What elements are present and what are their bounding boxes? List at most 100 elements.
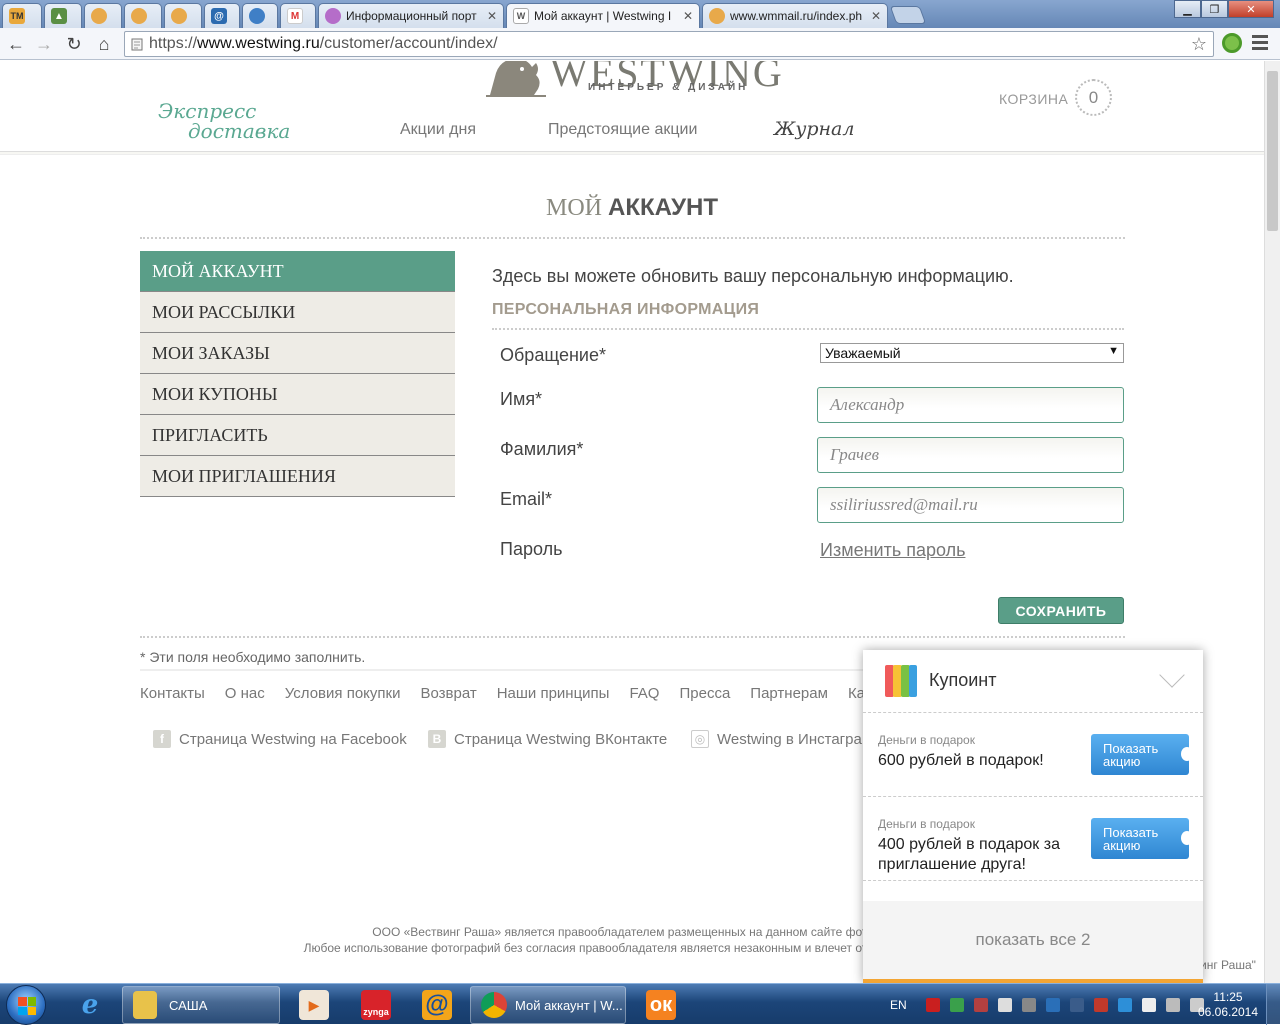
first-name-field[interactable]: Александр xyxy=(817,387,1124,423)
cart-count-badge[interactable]: 0 xyxy=(1075,79,1112,116)
section-divider xyxy=(492,328,1124,330)
globe-favicon-icon xyxy=(249,8,265,24)
taskbar-media[interactable]: ▶ xyxy=(290,986,338,1024)
page-info-icon[interactable] xyxy=(131,37,143,51)
sidebar-item-invitations[interactable]: МОИ ПРИГЛАШЕНИЯ xyxy=(140,456,455,497)
vk-icon: B xyxy=(428,730,446,748)
app-tray-icon[interactable] xyxy=(1021,997,1036,1012)
vk-link[interactable]: B Страница Westwing ВКонтакте xyxy=(428,730,667,748)
reload-icon[interactable]: ↻ xyxy=(62,32,86,56)
sidebar-item-my-account[interactable]: МОЙ АККАУНТ xyxy=(140,251,455,292)
minimize-icon[interactable]: ▁ xyxy=(1174,0,1201,18)
start-button[interactable] xyxy=(6,985,46,1025)
back-arrow-icon[interactable]: ← xyxy=(4,32,28,56)
password-label: Пароль xyxy=(500,539,563,559)
action-center-icon[interactable] xyxy=(1141,997,1156,1012)
flag-tray-icon[interactable] xyxy=(973,997,988,1012)
address-bar[interactable]: https://www.westwing.ru/customer/account… xyxy=(124,31,1214,57)
express-line-1: Экспресс xyxy=(158,99,257,123)
close-window-icon[interactable]: ✕ xyxy=(1228,0,1274,18)
tab-8[interactable]: Информационный порт ✕ xyxy=(318,3,504,28)
tab-1[interactable]: ▲ xyxy=(44,3,82,28)
home-icon[interactable]: ⌂ xyxy=(92,32,116,56)
page-title: МОЙ АККАУНТ xyxy=(0,194,1264,222)
tab-10[interactable]: www.wmmail.ru/index.ph ✕ xyxy=(702,3,888,28)
taskbar-ie[interactable]: e xyxy=(66,986,114,1024)
sidebar-item-orders[interactable]: МОИ ЗАКАЗЫ xyxy=(140,333,455,374)
nav-journal[interactable]: Журнал xyxy=(774,118,854,140)
skype-tray-icon[interactable] xyxy=(1117,997,1132,1012)
taskbar-mail-agent[interactable]: @ xyxy=(413,986,461,1024)
footer-link-principles[interactable]: Наши принципы xyxy=(497,685,610,702)
restore-icon[interactable]: ❐ xyxy=(1201,0,1228,18)
sidebar-item-coupons[interactable]: МОИ КУПОНЫ xyxy=(140,374,455,415)
first-name-label: Имя* xyxy=(500,389,543,409)
save-button[interactable]: СОХРАНИТЬ xyxy=(998,597,1124,624)
extension-icon[interactable] xyxy=(1222,33,1242,53)
language-indicator[interactable]: EN xyxy=(890,998,907,1012)
footer-link-partners[interactable]: Партнерам xyxy=(750,685,828,702)
express-delivery-logo[interactable]: Экспресс доставка xyxy=(158,101,290,141)
utility-tray-icon[interactable] xyxy=(997,997,1012,1012)
westwing-logo[interactable]: WESTWING ИНТЕРЬЕР & ДИЗАЙН xyxy=(486,61,786,99)
volume-alert-tray-icon[interactable] xyxy=(1093,997,1108,1012)
footer-link-faq[interactable]: FAQ xyxy=(629,685,659,702)
tab-close-icon[interactable]: ✕ xyxy=(679,9,693,23)
menu-icon[interactable] xyxy=(1252,35,1268,51)
show-all-link[interactable]: показать все 2 xyxy=(863,901,1203,979)
salutation-select[interactable]: Уважаемый ▼ xyxy=(820,343,1124,363)
vertical-scrollbar[interactable] xyxy=(1264,61,1280,983)
taskbar-odnoklassniki[interactable]: ок xyxy=(637,986,685,1024)
tab-label: www.wmmail.ru/index.ph xyxy=(730,9,863,23)
tab-close-icon[interactable]: ✕ xyxy=(867,9,881,23)
nav-daily-deals[interactable]: Акции дня xyxy=(400,121,476,139)
instagram-link[interactable]: ◎ Westwing в Инстагра xyxy=(691,730,862,748)
change-password-link[interactable]: Изменить пароль xyxy=(820,540,965,561)
tab-active[interactable]: W Мой аккаунт | Westwing I ✕ xyxy=(506,3,700,28)
scrollbar-thumb[interactable] xyxy=(1267,71,1278,231)
display-tray-icon[interactable] xyxy=(1069,997,1084,1012)
system-clock[interactable]: 11:25 06.06.2014 xyxy=(1196,990,1260,1020)
sidebar-item-invite[interactable]: ПРИГЛАСИТЬ xyxy=(140,415,455,456)
monitor-tray-icon[interactable] xyxy=(1045,997,1060,1012)
taskbar-chrome[interactable]: Мой аккаунт | W... xyxy=(470,986,626,1024)
taskbar-folder[interactable]: САША xyxy=(122,986,280,1024)
taskbar-zynga[interactable]: zynga xyxy=(352,986,400,1024)
facebook-icon: f xyxy=(153,730,171,748)
adobe-tray-icon[interactable] xyxy=(925,997,940,1012)
security-tray-icon[interactable] xyxy=(949,997,964,1012)
footer-link-returns[interactable]: Возврат xyxy=(420,685,476,702)
footer-link-about[interactable]: О нас xyxy=(225,685,265,702)
bookmark-star-icon[interactable]: ☆ xyxy=(1191,34,1207,55)
offer-item: Деньги в подарок 600 рублей в подарок! П… xyxy=(863,713,1203,797)
show-offer-button[interactable]: Показать акцию xyxy=(1091,818,1193,859)
show-desktop-button[interactable] xyxy=(1266,984,1280,1025)
tab-0[interactable]: TM xyxy=(2,3,42,28)
forward-arrow-icon[interactable]: → xyxy=(32,32,56,56)
footer-links: Контакты О нас Условия покупки Возврат Н… xyxy=(140,685,885,702)
tab-5[interactable]: @ xyxy=(204,3,240,28)
tab-close-icon[interactable]: ✕ xyxy=(483,9,497,23)
last-name-field[interactable]: Грачев xyxy=(817,437,1124,473)
tab-7[interactable]: M xyxy=(280,3,316,28)
facebook-link[interactable]: f Страница Westwing на Facebook xyxy=(153,730,407,748)
nav-upcoming-deals[interactable]: Предстоящие акции xyxy=(548,121,697,139)
taskbar-folder-label: САША xyxy=(169,997,208,1013)
logo-subtitle: ИНТЕРЬЕР & ДИЗАЙН xyxy=(588,82,749,93)
footer-link-press[interactable]: Пресса xyxy=(679,685,730,702)
footer-link-terms[interactable]: Условия покупки xyxy=(285,685,401,702)
network-icon[interactable] xyxy=(1165,997,1180,1012)
tab-3[interactable] xyxy=(124,3,162,28)
windows-taskbar: e САША ▶ zynga @ Мой аккаунт | W... ок E… xyxy=(0,983,1280,1025)
show-offer-button[interactable]: Показать акцию xyxy=(1091,734,1193,775)
facebook-label: Страница Westwing на Facebook xyxy=(179,730,407,748)
sidebar-item-subscriptions[interactable]: МОИ РАССЫЛКИ xyxy=(140,292,455,333)
footer-link-contacts[interactable]: Контакты xyxy=(140,685,205,702)
tab-6[interactable] xyxy=(242,3,278,28)
tab-2[interactable] xyxy=(84,3,122,28)
new-tab-button[interactable] xyxy=(889,6,927,24)
email-field[interactable]: ssiliriussred@mail.ru xyxy=(817,487,1124,523)
cart-label[interactable]: КОРЗИНА xyxy=(999,91,1068,107)
tab-4[interactable] xyxy=(164,3,202,28)
collapse-chevron-icon[interactable] xyxy=(1159,662,1185,688)
